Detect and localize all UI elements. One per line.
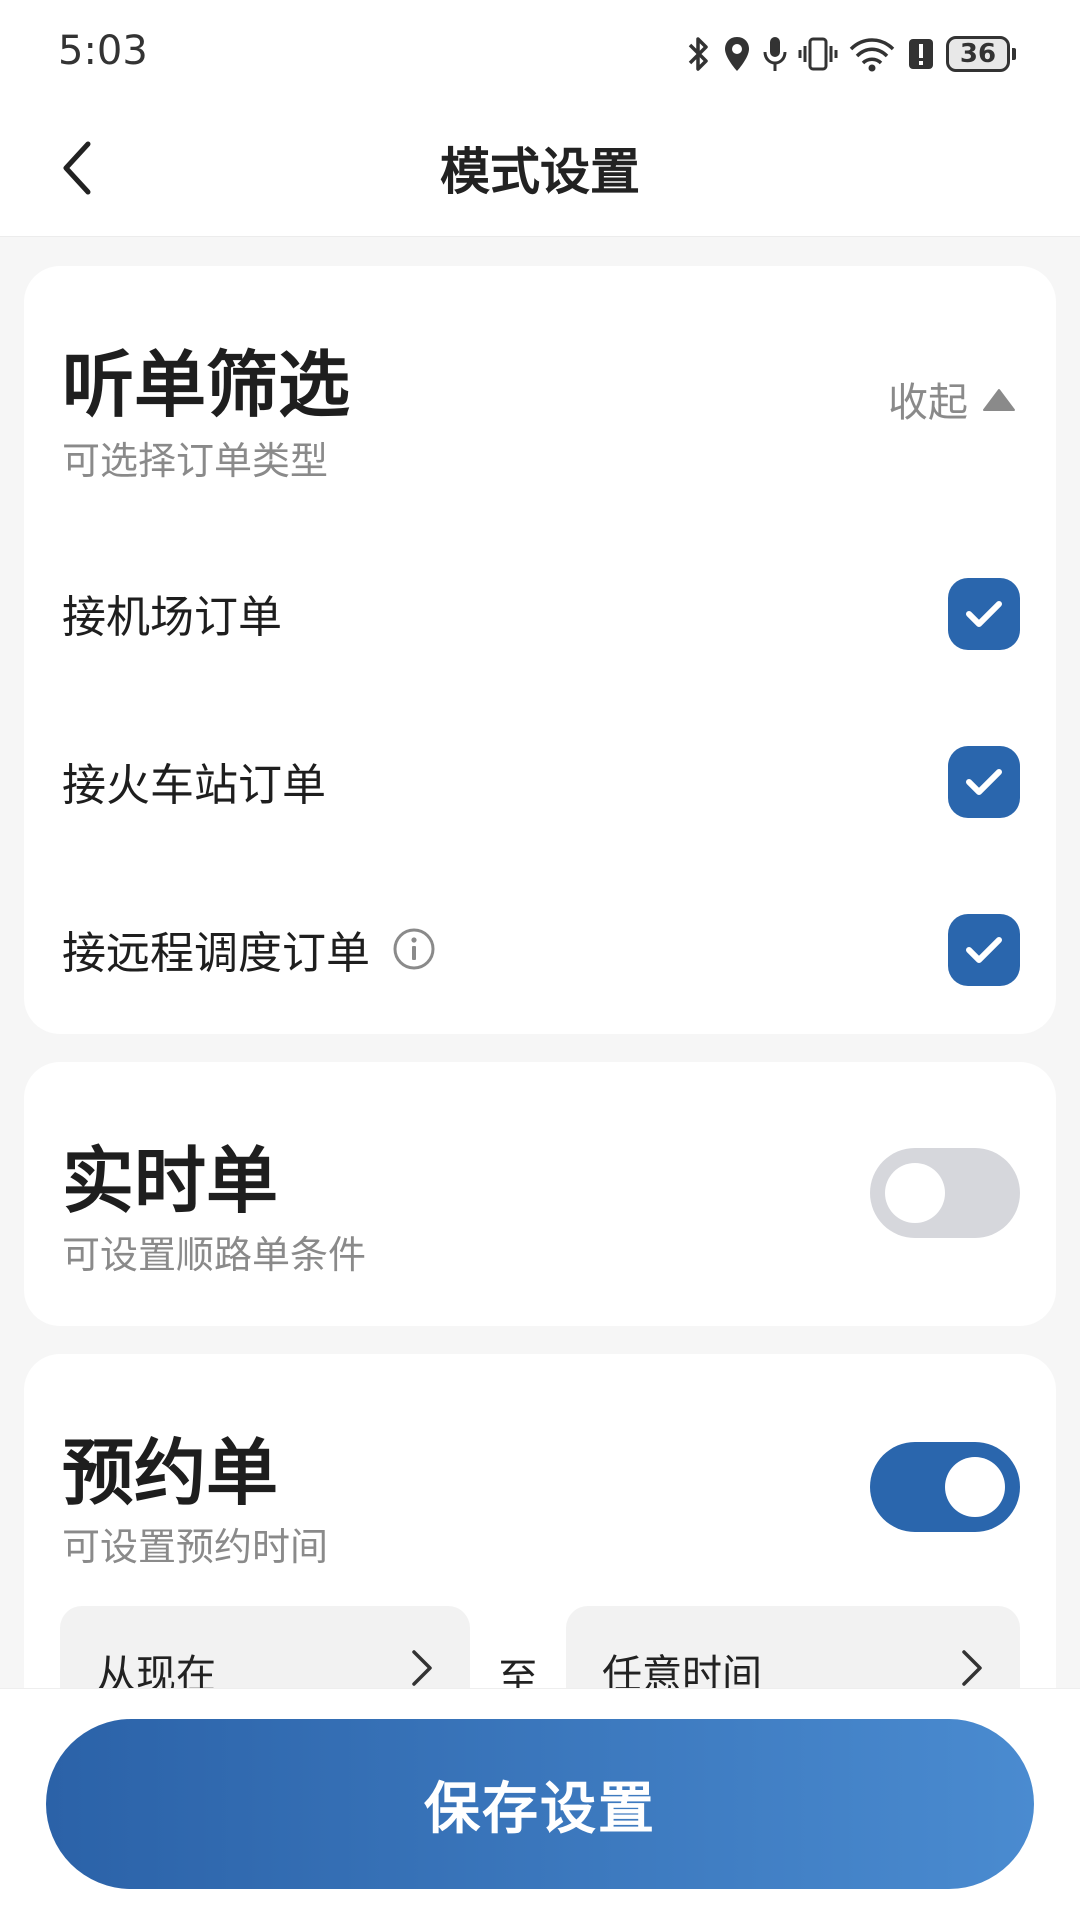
location-icon bbox=[722, 34, 752, 74]
option-label: 接远程调度订单 bbox=[62, 928, 370, 979]
battery-level: 36 bbox=[946, 36, 1010, 72]
option-airport[interactable]: 接机场订单 bbox=[62, 568, 1020, 658]
collapse-button[interactable]: 收起 bbox=[888, 370, 1016, 428]
save-settings-button[interactable]: 保存设置 bbox=[46, 1719, 1034, 1889]
vibrate-icon bbox=[798, 34, 838, 74]
realtime-order-card: 实时单 可设置顺路单条件 bbox=[24, 1062, 1056, 1326]
battery-icon: 36 bbox=[946, 36, 1016, 72]
chevron-right-icon bbox=[410, 1648, 434, 1692]
order-filter-card: 听单筛选 可选择订单类型 收起 接机场订单 接火车站订单 接远程调度订单 bbox=[24, 266, 1056, 1034]
filter-title: 听单筛选 bbox=[62, 343, 351, 427]
info-icon[interactable] bbox=[392, 927, 436, 971]
chevron-right-icon bbox=[960, 1648, 984, 1692]
mic-icon bbox=[762, 34, 788, 74]
reserve-subtitle: 可设置预约时间 bbox=[62, 1525, 329, 1569]
check-icon bbox=[966, 937, 1002, 963]
bluetooth-icon bbox=[686, 34, 712, 74]
reserve-toggle[interactable] bbox=[870, 1442, 1020, 1532]
collapse-label: 收起 bbox=[888, 380, 968, 426]
option-remote-dispatch[interactable]: 接远程调度订单 bbox=[62, 904, 1020, 994]
status-bar: 5:03 36 bbox=[0, 0, 1080, 108]
checkbox-train-station[interactable] bbox=[948, 746, 1020, 818]
page-title: 模式设置 bbox=[440, 143, 640, 201]
reserve-title: 预约单 bbox=[62, 1431, 279, 1515]
realtime-subtitle: 可设置顺路单条件 bbox=[62, 1233, 367, 1277]
option-label: 接火车站订单 bbox=[62, 760, 326, 811]
wifi-icon bbox=[848, 34, 896, 74]
filter-subtitle: 可选择订单类型 bbox=[62, 439, 329, 483]
navigation-bar: 模式设置 bbox=[0, 108, 1080, 237]
realtime-title: 实时单 bbox=[62, 1139, 279, 1223]
option-label: 接机场订单 bbox=[62, 592, 282, 643]
check-icon bbox=[966, 769, 1002, 795]
triangle-up-icon bbox=[982, 376, 1016, 422]
bottom-action-bar: 保存设置 bbox=[0, 1688, 1080, 1921]
checkbox-remote-dispatch[interactable] bbox=[948, 914, 1020, 986]
alert-icon bbox=[906, 34, 936, 74]
option-train-station[interactable]: 接火车站订单 bbox=[62, 736, 1020, 826]
check-icon bbox=[966, 601, 1002, 627]
status-time: 5:03 bbox=[58, 28, 148, 74]
status-icons: 36 bbox=[686, 30, 1016, 78]
checkbox-airport[interactable] bbox=[948, 578, 1020, 650]
realtime-toggle[interactable] bbox=[870, 1148, 1020, 1238]
